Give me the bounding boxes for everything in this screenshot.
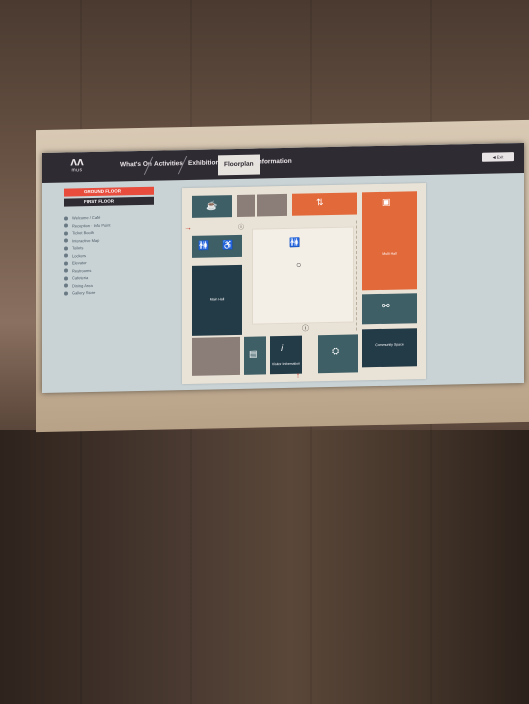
entrance-arrow-icon: → (184, 222, 192, 233)
legend-marker-icon (64, 246, 68, 251)
legend-marker-icon (64, 238, 68, 244)
logo-mark-icon: ᴧᴧ (70, 154, 84, 169)
ground-floor-button[interactable]: GROUND FLOOR (64, 186, 154, 197)
nav-information[interactable]: Information (256, 158, 292, 166)
room-stairs[interactable]: ⚯ (362, 293, 417, 325)
legend-marker-icon (64, 283, 68, 289)
legend-marker-icon (64, 231, 68, 236)
room-label: Multi Hall (382, 251, 397, 256)
room-storage-south[interactable] (192, 336, 240, 376)
logo-word: mus (71, 167, 83, 174)
map-legend: Welcome / Café Reception · Info Point Ti… (64, 212, 164, 297)
room-toilets[interactable]: 🚻 ♿ (192, 234, 242, 258)
room-east-wing[interactable]: ▣ Multi Hall (362, 191, 417, 291)
room-label: Visitor Information (271, 361, 301, 367)
stairs-icon: ⚯ (382, 300, 390, 311)
elevator-icon: ⇅ (316, 197, 324, 208)
coffee-icon: ☕ (206, 200, 218, 211)
room-office[interactable] (257, 193, 287, 217)
legend-marker-icon (64, 268, 68, 274)
room-cafe[interactable]: ☕ (192, 195, 232, 218)
kiosk-screen: ᴧᴧ mus What's On Activities Exhibitions … (42, 142, 524, 394)
nav-activities[interactable]: Activities (154, 160, 183, 168)
wheelchair-icon: ♿ (222, 240, 234, 251)
museum-logo[interactable]: ᴧᴧ mus (64, 154, 90, 180)
legend-marker-icon (64, 276, 68, 281)
legend-marker-icon (64, 261, 68, 266)
toilets-icon: 🚻 (289, 237, 301, 248)
room-visitor-information[interactable]: 𝑖 Visitor Information (270, 335, 302, 375)
room-label: Community Space (375, 342, 404, 348)
legend-marker-icon (64, 223, 68, 229)
floor-map: ☕ ⇅ ▣ Multi Hall 🚻 ♿ Main Hall ⚯ Communi… (182, 183, 426, 385)
lockers-icon: ▤ (249, 348, 258, 359)
room-storage[interactable] (237, 194, 255, 217)
toilets-icon: 🚻 (198, 240, 210, 251)
info-icon: ⓘ (302, 325, 309, 333)
entrance-arrow-icon: ↑ (296, 370, 300, 380)
exit-button[interactable]: ◀ Exit (482, 152, 514, 162)
legend-marker-icon (64, 253, 68, 259)
info-icon: 𝑖 (281, 342, 284, 354)
first-floor-button[interactable]: FIRST FLOOR (64, 196, 154, 207)
info-icon: ○ (296, 259, 302, 270)
room-lockers[interactable]: ▤ (244, 336, 266, 375)
legend-item[interactable]: Gallery Store (64, 287, 164, 297)
legend-marker-icon (64, 291, 68, 296)
central-courtyard: 🚻 ○ (252, 226, 354, 325)
path-line (356, 220, 357, 331)
room-label: Main Hall (209, 297, 225, 302)
legend-marker-icon (64, 216, 68, 221)
info-icon: ⓘ (238, 224, 245, 231)
room-ticket[interactable]: ⇅ (292, 192, 357, 216)
lockers-icon: ▣ (382, 196, 391, 207)
shop-icon: ⛭ (332, 345, 340, 356)
room-shop[interactable]: ⛭ (318, 334, 358, 374)
room-main-hall[interactable]: Main Hall (192, 264, 242, 336)
room-community-space[interactable]: Community Space (362, 328, 417, 368)
nav-floorplan[interactable]: Floorplan (218, 154, 260, 176)
